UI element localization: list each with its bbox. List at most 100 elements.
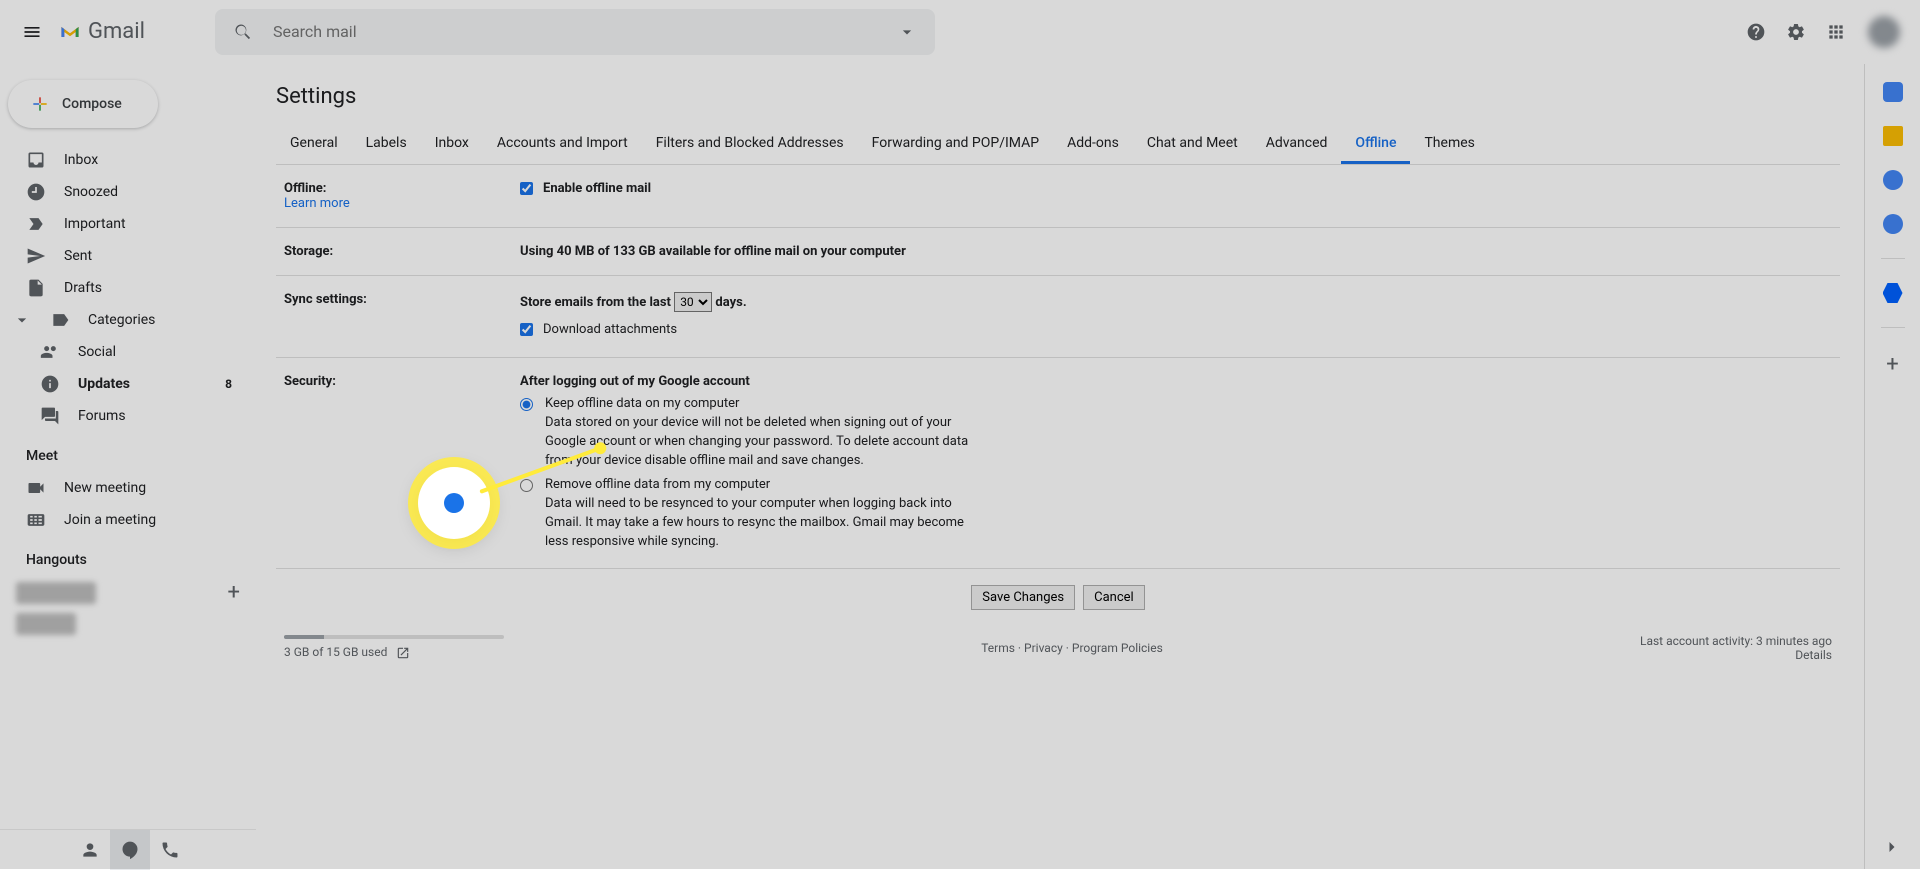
enable-offline-checkbox[interactable] (520, 182, 533, 195)
storage-progress (284, 635, 504, 639)
logo-text: Gmail (88, 19, 145, 44)
keep-data-radio[interactable] (520, 398, 533, 411)
help-icon (1746, 22, 1766, 42)
hangouts-icon (120, 840, 140, 860)
meet-join[interactable]: Join a meeting (0, 504, 256, 536)
side-panel: + (1864, 64, 1920, 869)
support-button[interactable] (1736, 12, 1776, 52)
download-attachments-row[interactable]: Download attachments (520, 322, 1832, 337)
meet-new[interactable]: New meeting (0, 472, 256, 504)
search-icon (233, 22, 253, 42)
storage-used: 3 GB of 15 GB used (284, 645, 387, 659)
sidebar: Compose Inbox Snoozed Important Sent Dra… (0, 64, 256, 869)
contacts-addon[interactable] (1883, 214, 1903, 234)
chat-phone-tab[interactable] (150, 830, 190, 870)
nav-updates[interactable]: Updates8 (0, 368, 256, 400)
open-external-icon[interactable] (396, 646, 410, 660)
terms-link[interactable]: Terms (981, 641, 1015, 655)
search-button[interactable] (223, 12, 263, 52)
nav-forums[interactable]: Forums (0, 400, 256, 432)
send-icon (26, 246, 46, 266)
remove-data-hint: Data will need to be resynced to your co… (545, 495, 975, 552)
remove-data-radio[interactable] (520, 479, 533, 492)
account-avatar[interactable] (1868, 16, 1900, 48)
people-icon (40, 342, 60, 362)
tab-offline[interactable]: Offline (1341, 125, 1410, 164)
sync-days-select[interactable]: 30 (674, 292, 712, 312)
tab-filters[interactable]: Filters and Blocked Addresses (642, 125, 858, 164)
main-menu-button[interactable] (8, 8, 56, 56)
chat-contacts-tab[interactable] (70, 830, 110, 870)
gmail-logo[interactable]: Gmail (60, 19, 145, 44)
nav-drafts[interactable]: Drafts (0, 272, 256, 304)
search-options-button[interactable] (887, 12, 927, 52)
search-box[interactable] (215, 9, 935, 55)
learn-more-link[interactable]: Learn more (284, 196, 350, 211)
search-input[interactable] (263, 22, 887, 41)
important-icon (26, 214, 46, 234)
info-icon (40, 374, 60, 394)
tab-labels[interactable]: Labels (352, 125, 421, 164)
add-addon-button[interactable]: + (1886, 352, 1898, 377)
gear-icon (1786, 22, 1806, 42)
tab-addons[interactable]: Add-ons (1053, 125, 1133, 164)
forums-icon (40, 406, 60, 426)
nav-social[interactable]: Social (0, 336, 256, 368)
hangouts-contact-1[interactable]: + (0, 576, 256, 609)
apps-grid-icon (1826, 22, 1846, 42)
remove-data-label: Remove offline data from my computer (545, 477, 770, 492)
tab-advanced[interactable]: Advanced (1252, 125, 1342, 164)
details-link[interactable]: Details (1795, 648, 1832, 662)
section-security: Security: After logging out of my Google… (276, 358, 1840, 569)
storage-text: Using 40 MB of 133 GB available for offl… (520, 244, 1832, 259)
gmail-icon (60, 22, 80, 42)
add-contact-button[interactable]: + (228, 580, 240, 605)
enable-offline-row[interactable]: Enable offline mail (520, 181, 1832, 196)
section-sync: Sync settings: Store emails from the las… (276, 276, 1840, 358)
chat-hangouts-tab[interactable] (110, 830, 150, 870)
privacy-link[interactable]: Privacy (1024, 641, 1063, 655)
hamburger-icon (22, 22, 42, 42)
tab-themes[interactable]: Themes (1410, 125, 1488, 164)
side-panel-toggle[interactable] (1882, 837, 1902, 861)
main-content: Settings General Labels Inbox Accounts a… (256, 64, 1864, 869)
tab-forwarding[interactable]: Forwarding and POP/IMAP (858, 125, 1053, 164)
hangouts-contact-2[interactable] (0, 609, 256, 639)
compose-button[interactable]: Compose (8, 80, 158, 128)
keep-data-label: Keep offline data on my computer (545, 396, 739, 411)
apps-button[interactable] (1816, 12, 1856, 52)
save-button[interactable]: Save Changes (971, 585, 1075, 610)
tab-inbox[interactable]: Inbox (421, 125, 483, 164)
plus-icon (30, 94, 50, 114)
highlight-ring (418, 467, 490, 539)
tab-general[interactable]: General (276, 125, 352, 164)
calendar-addon[interactable] (1883, 82, 1903, 102)
inbox-icon (26, 150, 46, 170)
video-icon (26, 478, 46, 498)
nav-categories[interactable]: Categories (0, 304, 256, 336)
clock-icon (26, 182, 46, 202)
chevron-down-icon (12, 310, 32, 330)
drafts-icon (26, 278, 46, 298)
security-heading: After logging out of my Google account (520, 374, 1832, 389)
nav-sent[interactable]: Sent (0, 240, 256, 272)
hangouts-section-title: Hangouts (0, 536, 256, 576)
settings-button[interactable] (1776, 12, 1816, 52)
nav-snoozed[interactable]: Snoozed (0, 176, 256, 208)
download-attachments-checkbox[interactable] (520, 323, 533, 336)
policies-link[interactable]: Program Policies (1072, 641, 1163, 655)
footer: 3 GB of 15 GB used Terms · Privacy · Pro… (276, 626, 1840, 682)
page-title: Settings (276, 84, 1840, 109)
nav-inbox[interactable]: Inbox (0, 144, 256, 176)
phone-icon (160, 840, 180, 860)
keep-addon[interactable] (1883, 126, 1903, 146)
cancel-button[interactable]: Cancel (1083, 585, 1145, 610)
tab-accounts[interactable]: Accounts and Import (483, 125, 642, 164)
tab-chat[interactable]: Chat and Meet (1133, 125, 1252, 164)
nav-important[interactable]: Important (0, 208, 256, 240)
app-header: Gmail (0, 0, 1920, 64)
tasks-addon[interactable] (1883, 170, 1903, 190)
meet-section-title: Meet (0, 432, 256, 472)
person-icon (80, 840, 100, 860)
dropbox-addon[interactable] (1883, 283, 1903, 303)
